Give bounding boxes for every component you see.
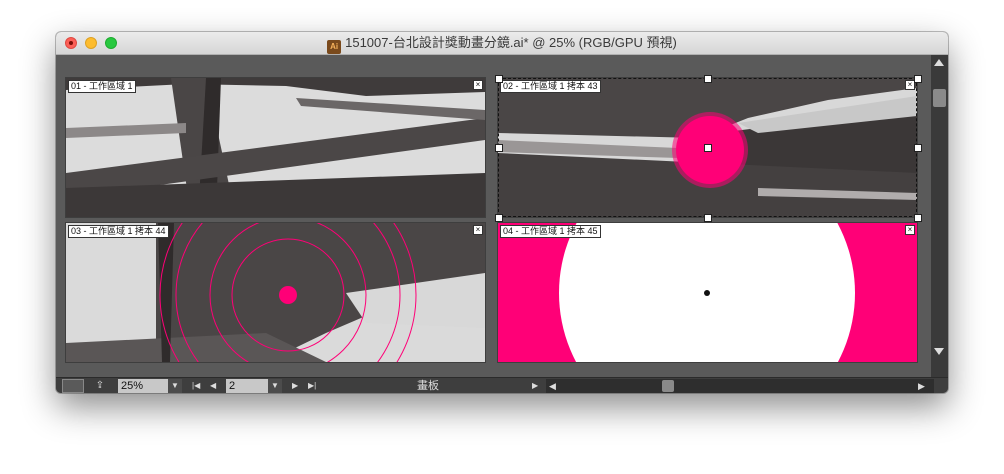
status-bar: ⇪ 25% ▼ |◀ ◀ 2 ▼ ▶ ▶| 畫板 ▶ ◀ ▶ bbox=[56, 377, 948, 393]
artboard-1-label: 01 - 工作區域 1 bbox=[68, 80, 136, 93]
gpu-performance-icon[interactable] bbox=[62, 379, 84, 393]
horizontal-scrollbar[interactable]: ◀ ▶ bbox=[546, 379, 934, 393]
scroll-up-icon[interactable] bbox=[934, 59, 944, 66]
window-title: Ai 151007-台北設計獎動畫分鏡.ai* @ 25% (RGB/GPU 預視… bbox=[56, 32, 948, 54]
artboard-4-close-icon[interactable]: × bbox=[905, 225, 915, 235]
ai-file-icon: Ai bbox=[327, 40, 342, 54]
vertical-scroll-thumb[interactable] bbox=[933, 89, 946, 107]
selection-handle-middle-right[interactable] bbox=[914, 144, 922, 152]
status-text: 畫板 bbox=[417, 380, 439, 392]
artboard-number-field[interactable]: 2 bbox=[226, 379, 268, 393]
vertical-scrollbar[interactable] bbox=[931, 55, 948, 377]
artboard-4-label: 04 - 工作區域 1 拷本 45 bbox=[500, 225, 601, 238]
artboard-1-close-icon[interactable]: × bbox=[473, 80, 483, 90]
artboard-4-artwork bbox=[498, 223, 917, 362]
illustrator-window: Ai 151007-台北設計獎動畫分鏡.ai* @ 25% (RGB/GPU 預視… bbox=[56, 32, 948, 393]
previous-artboard-icon[interactable]: ◀ bbox=[210, 379, 216, 393]
artboard-3-artwork bbox=[66, 223, 485, 362]
selection-handle-bottom-right[interactable] bbox=[914, 214, 922, 222]
artboard-3[interactable]: 03 - 工作區域 1 拷本 44 × bbox=[66, 223, 485, 362]
selection-handle-center[interactable] bbox=[704, 144, 712, 152]
artboard-3-close-icon[interactable]: × bbox=[473, 225, 483, 235]
artboard-1-artwork bbox=[66, 78, 485, 217]
share-icon[interactable]: ⇪ bbox=[92, 379, 108, 393]
last-artboard-icon[interactable]: ▶| bbox=[308, 379, 316, 393]
artboard-2-label: 02 - 工作區域 1 拷本 43 bbox=[500, 80, 601, 93]
selection-handle-top-center[interactable] bbox=[704, 75, 712, 83]
status-menu-icon[interactable]: ▶ bbox=[532, 379, 538, 393]
selection-handle-bottom-left[interactable] bbox=[495, 214, 503, 222]
window-title-text: 151007-台北設計獎動畫分鏡.ai* @ 25% (RGB/GPU 預視) bbox=[345, 35, 677, 50]
artboard-dropdown-icon[interactable]: ▼ bbox=[268, 379, 282, 393]
artboard-4[interactable]: 04 - 工作區域 1 拷本 45 × bbox=[498, 223, 917, 362]
selection-handle-bottom-center[interactable] bbox=[704, 214, 712, 222]
document-canvas[interactable]: 01 - 工作區域 1 × 02 - 工作區域 1 拷本 43 × 03 - 工… bbox=[56, 55, 931, 377]
artboard-1[interactable]: 01 - 工作區域 1 × bbox=[66, 78, 485, 217]
scroll-right-icon[interactable]: ▶ bbox=[918, 379, 925, 393]
selection-handle-top-left[interactable] bbox=[495, 75, 503, 83]
title-bar[interactable]: Ai 151007-台北設計獎動畫分鏡.ai* @ 25% (RGB/GPU 預視… bbox=[56, 32, 948, 55]
zoom-dropdown-icon[interactable]: ▼ bbox=[168, 379, 182, 393]
scroll-down-icon[interactable] bbox=[934, 348, 944, 355]
selection-handle-top-right[interactable] bbox=[914, 75, 922, 83]
artboard-3-label: 03 - 工作區域 1 拷本 44 bbox=[68, 225, 169, 238]
scroll-left-icon[interactable]: ◀ bbox=[549, 379, 556, 393]
first-artboard-icon[interactable]: |◀ bbox=[192, 379, 200, 393]
selection-handle-middle-left[interactable] bbox=[495, 144, 503, 152]
horizontal-scroll-thumb[interactable] bbox=[662, 380, 674, 392]
zoom-level-field[interactable]: 25% bbox=[118, 379, 168, 393]
next-artboard-icon[interactable]: ▶ bbox=[292, 379, 298, 393]
